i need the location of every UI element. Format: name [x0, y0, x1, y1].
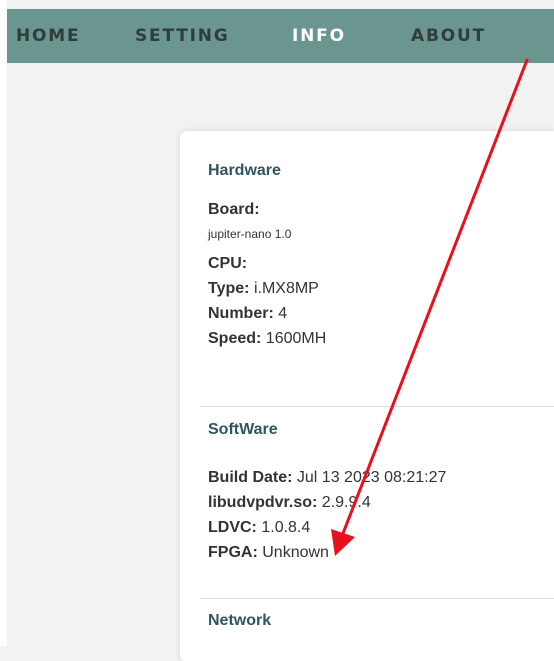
hardware-title: Hardware	[208, 162, 281, 179]
left-edge	[0, 0, 7, 646]
nav-about[interactable]: ABOUT	[411, 9, 486, 63]
top-navbar: HOME SETTING INFO ABOUT	[7, 9, 554, 63]
info-card: Hardware Board: jupiter-nano 1.0 CPU: Ty…	[180, 131, 554, 661]
board-label: Board:	[208, 201, 260, 218]
cpu-speed-row: Speed: 1600MH	[208, 330, 327, 347]
cpu-type-row: Type: i.MX8MP	[208, 280, 319, 297]
nav-setting[interactable]: SETTING	[135, 9, 230, 63]
ldvc-row: LDVC: 1.0.8.4	[208, 519, 311, 536]
nav-home[interactable]: HOME	[16, 9, 80, 63]
section-divider	[200, 598, 554, 599]
build-date-row: Build Date: Jul 13 2023 08:21:27	[208, 469, 447, 486]
section-divider	[200, 406, 554, 407]
network-title: Network	[208, 612, 272, 629]
software-title: SoftWare	[208, 421, 278, 438]
libudvpdvr-row: libudvpdvr.so: 2.9.9.4	[208, 494, 371, 511]
board-value: jupiter-nano 1.0	[208, 227, 292, 241]
nav-info[interactable]: INFO	[292, 9, 346, 63]
cpu-label: CPU:	[208, 255, 248, 272]
cpu-number-row: Number: 4	[208, 305, 288, 322]
fpga-row: FPGA: Unknown	[208, 544, 329, 561]
